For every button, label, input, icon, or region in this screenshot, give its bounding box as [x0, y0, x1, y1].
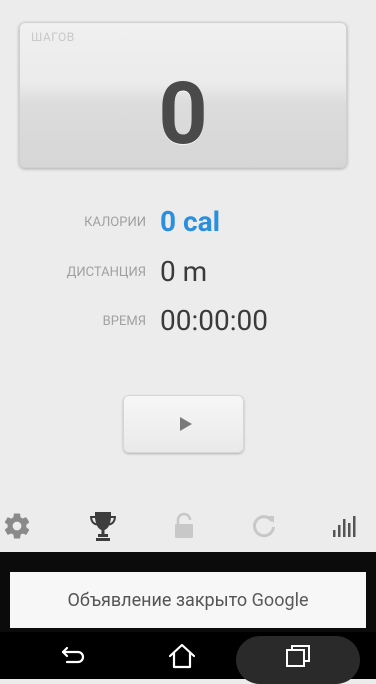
home-icon	[168, 643, 196, 668]
google-logo: Google	[251, 589, 309, 611]
ad-closed-text: Объявление закрыто Google	[67, 590, 308, 611]
statistics-button[interactable]	[325, 506, 365, 546]
ad-closed-message: Объявление закрыто	[67, 589, 248, 611]
recents-button[interactable]	[268, 632, 328, 679]
play-icon	[179, 417, 192, 431]
steps-label: ШАГОВ	[31, 30, 75, 44]
play-button[interactable]	[123, 395, 244, 453]
calories-value: 0 cal	[160, 205, 221, 238]
lock-icon	[175, 512, 193, 538]
calories-label: КАЛОРИИ	[84, 215, 146, 230]
lock-button[interactable]	[164, 506, 204, 546]
time-value: 00:00:00	[160, 304, 268, 337]
gear-icon	[4, 513, 30, 539]
calories-row: КАЛОРИИ 0 cal	[0, 205, 376, 241]
distance-value: 0 m	[160, 255, 208, 288]
steps-card: ШАГОВ 0	[19, 22, 347, 168]
back-button[interactable]	[44, 632, 104, 679]
achievements-button[interactable]	[83, 506, 123, 546]
bottom-toolbar	[0, 500, 376, 552]
settings-button[interactable]	[0, 506, 37, 546]
time-label: ВРЕМЯ	[102, 314, 146, 329]
stats-bars-icon	[333, 516, 356, 537]
reset-button[interactable]	[244, 506, 284, 546]
home-button[interactable]	[152, 632, 212, 679]
distance-label: ДИСТАНЦИЯ	[66, 265, 146, 280]
refresh-icon	[253, 515, 275, 538]
ad-banner: Объявление закрыто Google	[0, 552, 376, 632]
navigation-bar	[0, 632, 376, 684]
back-icon	[61, 646, 85, 663]
time-row: ВРЕМЯ 00:00:00	[0, 304, 376, 340]
steps-count: 0	[158, 63, 208, 164]
distance-row: ДИСТАНЦИЯ 0 m	[0, 255, 376, 291]
recents-icon	[286, 644, 310, 667]
trophy-icon	[90, 512, 116, 541]
ad-closed-notice: Объявление закрыто Google	[10, 572, 366, 628]
